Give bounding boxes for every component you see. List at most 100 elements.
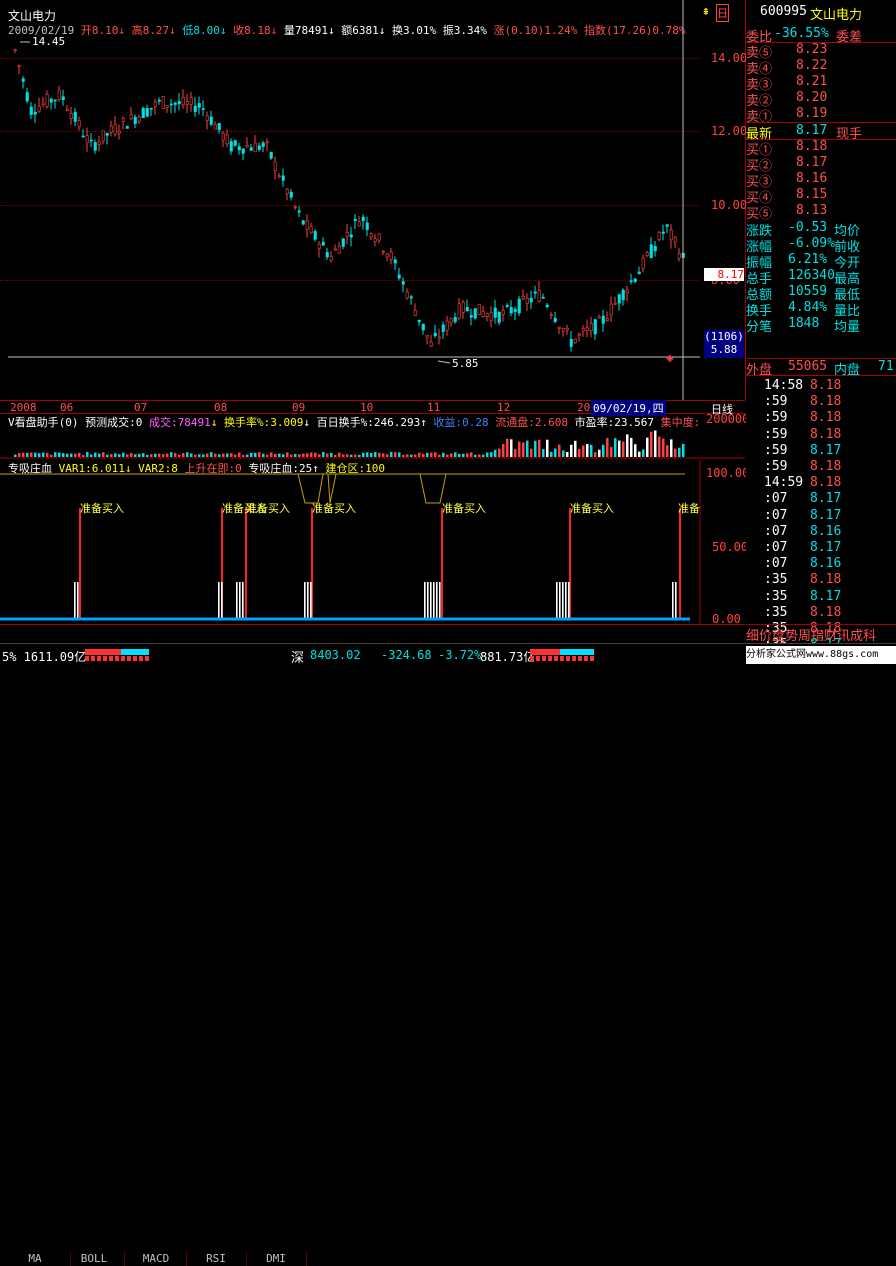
volume-bar xyxy=(274,453,277,457)
volume-bar xyxy=(194,454,197,457)
volume-bar xyxy=(634,444,637,457)
quote-stat-row: 总额 10559 最低 xyxy=(746,284,896,303)
volume-bar xyxy=(102,452,105,457)
volume-bar xyxy=(378,452,381,457)
tick-row: :35 8.18 xyxy=(746,572,896,588)
stock-name: 文山电力 xyxy=(810,8,863,23)
tick-row: :07 8.16 xyxy=(746,556,896,572)
volume-panel[interactable]: V看盘助手(0) 预测成交:0 成交:78491↓ 换手率%:3.009↓ 百日… xyxy=(0,412,749,459)
volume-bar xyxy=(50,454,53,457)
volume-bar xyxy=(662,438,665,457)
buy-level-price: 8.18 xyxy=(796,139,828,154)
volume-bar xyxy=(622,441,625,457)
buy-signal-label: 准备买入 xyxy=(246,502,290,515)
volume-bar xyxy=(306,453,309,457)
buy-level-row: 买① 8.18 xyxy=(746,139,896,158)
candle-body xyxy=(321,241,325,246)
tick-price: 8.18 xyxy=(810,410,842,426)
candle-body xyxy=(297,210,301,213)
volume-bar xyxy=(346,454,349,457)
tick-row: :59 8.18 xyxy=(746,459,896,475)
tick-time: :59 xyxy=(764,426,788,442)
tick-price: 8.16 xyxy=(810,523,842,539)
candle-body xyxy=(497,311,501,323)
volume-bar xyxy=(22,452,25,457)
candle-body xyxy=(89,139,93,142)
candle-body xyxy=(33,112,37,115)
volume-bar xyxy=(98,453,101,457)
volume-bar xyxy=(86,452,89,457)
volume-bar xyxy=(122,452,125,457)
cursor-crosshair-icon[interactable]: ◈ xyxy=(666,351,682,366)
candle-body xyxy=(333,248,337,251)
volume-bar xyxy=(490,452,493,457)
indicator-panel[interactable]: 专吸庄血 VAR1:6.011↓ VAR2:8 上升在即:0 专吸庄血:25↑ … xyxy=(0,460,749,626)
candle-body xyxy=(245,145,249,148)
stock-code: 600995 xyxy=(760,4,807,19)
tab-rsi[interactable]: RSI xyxy=(186,1252,247,1266)
signal-bar xyxy=(433,582,435,618)
volume-bar xyxy=(514,449,517,457)
candle-body xyxy=(509,307,513,314)
volume-bar xyxy=(130,452,133,457)
buy-signal-label: 准备买入 xyxy=(312,502,356,515)
volume-bar xyxy=(522,442,525,457)
candle-body xyxy=(337,245,341,254)
volume-bar xyxy=(314,452,317,457)
volume-bar xyxy=(586,444,589,457)
volume-bar xyxy=(342,454,345,457)
wei-bi-value: -36.55% xyxy=(774,26,829,41)
candle-body xyxy=(153,101,157,107)
signal-bar xyxy=(221,582,223,618)
tab-dmi[interactable]: DMI xyxy=(246,1252,307,1266)
volume-bar xyxy=(182,452,185,457)
quote-stat-row: 涨跌 -0.53 均价 xyxy=(746,220,896,239)
stat-value: 1848 xyxy=(788,316,820,331)
tick-time: 14:59 xyxy=(764,475,804,491)
candle-body xyxy=(65,108,69,111)
cursor-value-box: (1106) 5.88 xyxy=(704,330,744,358)
volume-bar xyxy=(126,454,129,457)
volume-bar xyxy=(410,454,413,457)
tab-ma[interactable]: MA xyxy=(0,1252,71,1266)
candle-body xyxy=(117,130,121,134)
candle-body xyxy=(481,311,485,317)
signal-bar xyxy=(436,582,438,618)
candle-body xyxy=(577,333,581,336)
candle-body xyxy=(53,99,57,102)
quote-bottom-tabs[interactable]: 细价盘势周指财讯成科 xyxy=(746,624,896,644)
price-chart-panel[interactable]: 文山电力 2009/02/19 开8.10↓ 高8.27↓ 低8.00↓ 收8.… xyxy=(0,0,747,400)
candle-body xyxy=(105,132,109,136)
candle-body xyxy=(181,97,185,106)
volume-bar xyxy=(386,454,389,457)
quote-tabs-label[interactable]: 细价盘势周指财讯成科 xyxy=(746,625,876,644)
calendar-icon[interactable]: 日 xyxy=(716,4,729,22)
candle-body xyxy=(341,238,345,247)
candle-body xyxy=(165,105,169,108)
candle-body xyxy=(565,327,569,331)
tab-boll[interactable]: BOLL xyxy=(64,1252,125,1266)
candle-body xyxy=(505,305,509,307)
tab-macd[interactable]: MACD xyxy=(126,1252,187,1266)
volume-bar xyxy=(610,447,613,457)
volume-bar xyxy=(90,454,93,457)
candle-body xyxy=(621,289,625,301)
candle-body xyxy=(201,108,205,110)
tick-time: :59 xyxy=(764,442,788,458)
candle-body xyxy=(213,124,217,130)
candle-body xyxy=(113,124,117,135)
candle-body xyxy=(557,326,561,329)
candle-body xyxy=(597,316,601,319)
signal-bar xyxy=(424,582,426,618)
volume-bar xyxy=(238,452,241,457)
stat-label-2: 均量 xyxy=(834,320,861,335)
tick-row: :35 8.18 xyxy=(746,605,896,621)
pin-icon[interactable]: ⇞ xyxy=(702,4,710,19)
volume-bar xyxy=(406,454,409,457)
stat-label: 分笔 xyxy=(746,320,773,335)
candlestick-chart[interactable] xyxy=(0,0,745,400)
volume-bar xyxy=(186,452,189,457)
volume-bar xyxy=(394,452,397,457)
volume-bar xyxy=(178,454,181,457)
candle-body xyxy=(485,313,489,317)
